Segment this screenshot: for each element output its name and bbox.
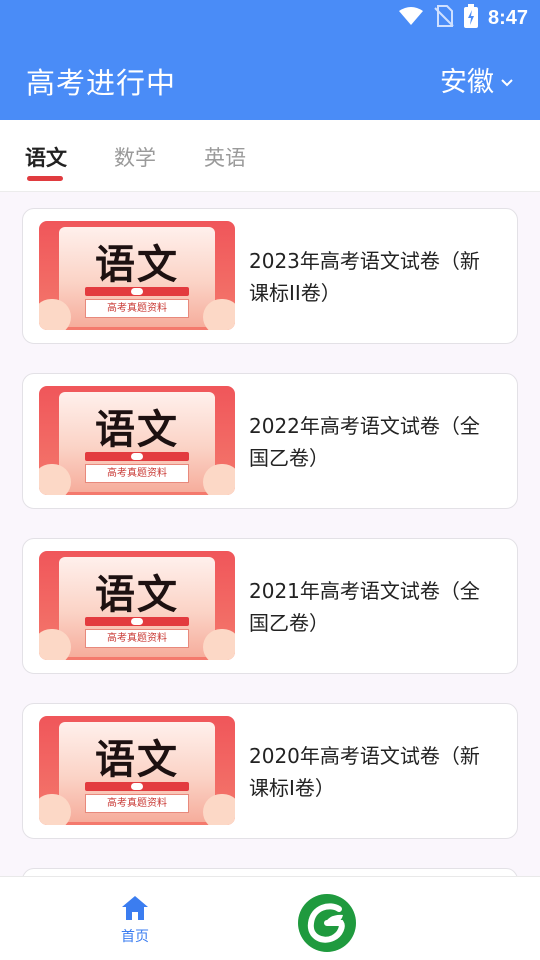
- hand-illustration: [203, 794, 235, 825]
- status-bar: 8:47: [0, 0, 540, 36]
- thumbnail-subject: 语文: [95, 571, 179, 618]
- hand-illustration: [203, 299, 235, 330]
- bottom-nav: 首页: [0, 876, 540, 960]
- thumbnail-caption: 高考真题资料: [85, 794, 189, 813]
- paper-thumbnail: 语文 高考真题资料: [39, 551, 235, 660]
- tab-chinese[interactable]: 语文: [25, 142, 67, 172]
- paper-card[interactable]: 语文 高考真题资料 2023年高考语文试卷（新课标II卷）: [22, 208, 518, 344]
- no-sim-icon: [434, 5, 454, 31]
- thumbnail-page: 语文 高考真题资料: [59, 557, 215, 657]
- paper-list[interactable]: 语文 高考真题资料 2023年高考语文试卷（新课标II卷） 语文 高考真题资料 …: [0, 192, 540, 876]
- chevron-down-icon: [500, 64, 514, 95]
- paper-card[interactable]: 语文 高考真题资料 2022年高考语文试卷（全国乙卷）: [22, 373, 518, 509]
- thumbnail-ribbon: [85, 452, 189, 461]
- paper-title: 2020年高考语文试卷（新课标I卷）: [249, 744, 480, 800]
- thumbnail-caption: 高考真题资料: [85, 299, 189, 318]
- thumbnail-page: 语文 高考真题资料: [59, 722, 215, 822]
- thumbnail-subject: 语文: [95, 406, 179, 453]
- thumbnail-page: 语文 高考真题资料: [59, 392, 215, 492]
- wifi-icon: [398, 6, 424, 30]
- region-selector[interactable]: 安徽: [440, 60, 514, 99]
- hand-illustration: [203, 464, 235, 495]
- hand-illustration: [203, 629, 235, 660]
- paper-title: 2021年高考语文试卷（全国乙卷）: [249, 579, 480, 635]
- status-time: 8:47: [487, 6, 528, 29]
- paper-card[interactable]: 语文 高考真题资料 2020年高考语文试卷（新课标I卷）: [22, 703, 518, 839]
- app-logo-icon[interactable]: [297, 893, 357, 953]
- thumbnail-caption: 高考真题资料: [85, 464, 189, 483]
- thumbnail-ribbon: [85, 617, 189, 626]
- paper-card-partial[interactable]: [22, 868, 518, 876]
- thumbnail-caption: 高考真题资料: [85, 629, 189, 648]
- battery-charging-icon: [463, 4, 478, 32]
- active-tab-indicator: [27, 176, 63, 181]
- paper-title: 2022年高考语文试卷（全国乙卷）: [249, 414, 480, 470]
- tab-math[interactable]: 数学: [114, 142, 156, 172]
- paper-thumbnail: 语文 高考真题资料: [39, 716, 235, 825]
- nav-home-button[interactable]: 首页: [104, 893, 166, 949]
- paper-thumbnail: 语文 高考真题资料: [39, 221, 235, 330]
- status-icons: 8:47: [398, 4, 528, 32]
- tab-english[interactable]: 英语: [204, 142, 246, 172]
- paper-title: 2023年高考语文试卷（新课标II卷）: [249, 249, 480, 305]
- page-title: 高考进行中: [26, 66, 177, 100]
- thumbnail-subject: 语文: [95, 736, 179, 783]
- home-icon: [121, 895, 149, 925]
- thumbnail-page: 语文 高考真题资料: [59, 227, 215, 327]
- paper-thumbnail: 语文 高考真题资料: [39, 386, 235, 495]
- thumbnail-ribbon: [85, 782, 189, 791]
- region-label: 安徽: [440, 67, 494, 98]
- paper-card[interactable]: 语文 高考真题资料 2021年高考语文试卷（全国乙卷）: [22, 538, 518, 674]
- nav-home-label: 首页: [121, 929, 149, 945]
- thumbnail-subject: 语文: [95, 241, 179, 288]
- thumbnail-ribbon: [85, 287, 189, 296]
- subject-tabs: 语文 数学 英语: [0, 120, 540, 192]
- app-bar: 高考进行中 安徽: [0, 36, 540, 120]
